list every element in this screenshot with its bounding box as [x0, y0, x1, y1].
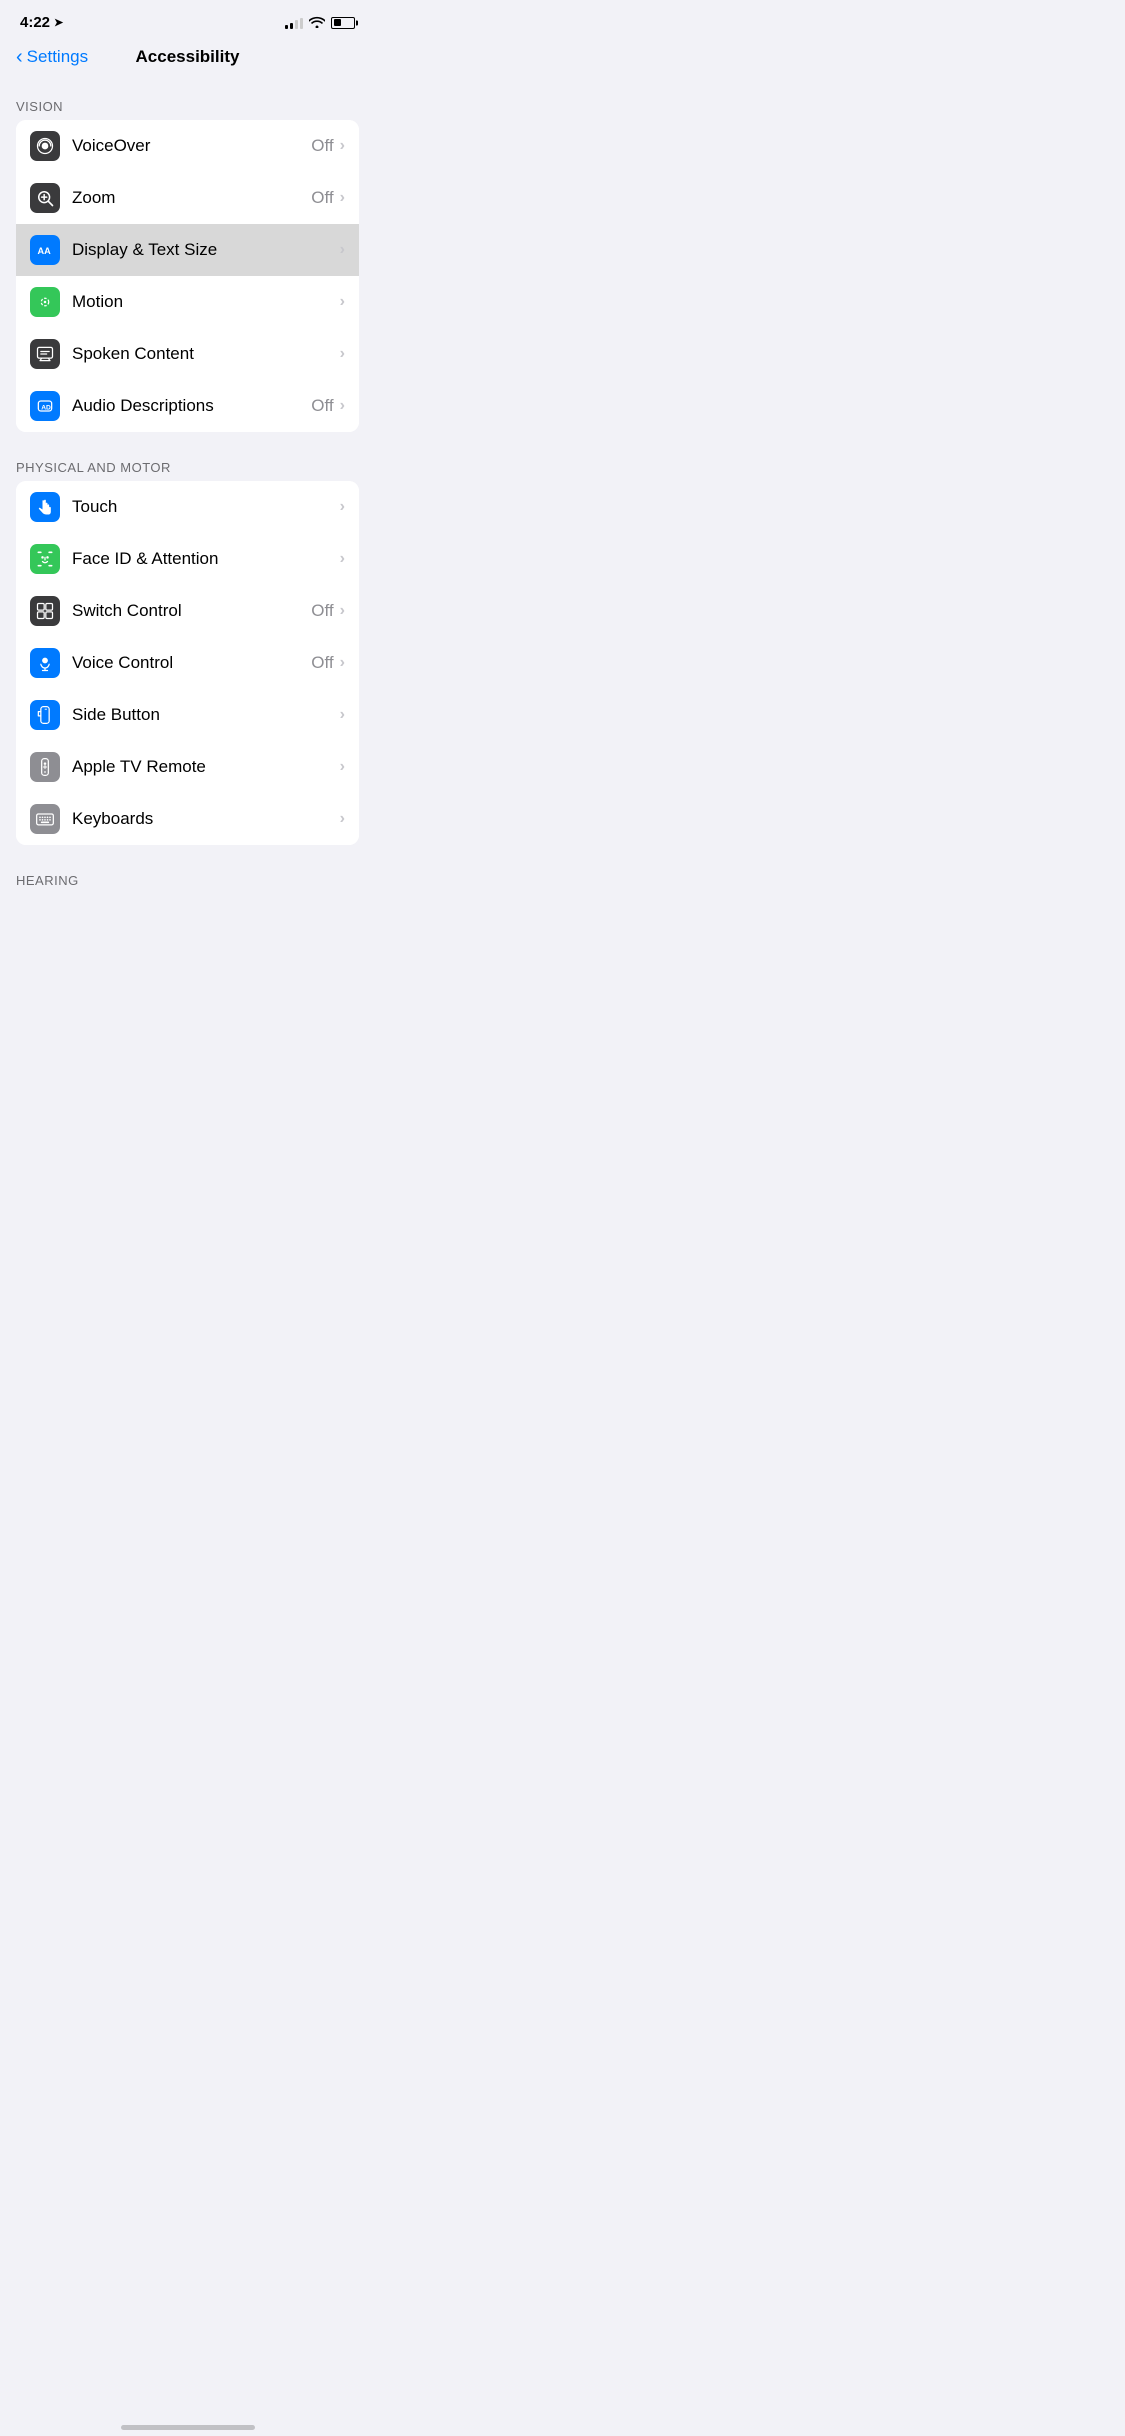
touch-row[interactable]: Touch › — [16, 481, 359, 533]
spoken-content-row[interactable]: Spoken Content › — [16, 328, 359, 380]
signal-icon — [285, 17, 303, 29]
audio-descriptions-label: Audio Descriptions — [72, 396, 311, 416]
keyboards-icon — [30, 804, 60, 834]
display-text-size-icon: AA — [30, 235, 60, 265]
touch-icon — [30, 492, 60, 522]
motion-row[interactable]: Motion › — [16, 276, 359, 328]
location-icon: ➤ — [54, 16, 63, 29]
section-header-physical: PHYSICAL AND MOTOR — [0, 440, 375, 481]
motion-chevron-icon: › — [340, 293, 345, 311]
display-text-size-label: Display & Text Size — [72, 240, 340, 260]
side-button-label: Side Button — [72, 705, 340, 725]
face-id-attention-row[interactable]: Face ID & Attention › — [16, 533, 359, 585]
section-header-hearing: HEARING — [0, 853, 375, 898]
face-id-attention-icon — [30, 544, 60, 574]
vision-group: VoiceOver Off › Zoom Off › AA Display & … — [16, 120, 359, 432]
keyboards-chevron-icon: › — [340, 810, 345, 828]
voiceover-chevron-icon: › — [340, 137, 345, 155]
keyboards-row[interactable]: Keyboards › — [16, 793, 359, 845]
side-button-chevron-icon: › — [340, 706, 345, 724]
voice-control-chevron-icon: › — [340, 654, 345, 672]
zoom-value: Off — [311, 188, 333, 208]
switch-control-icon — [30, 596, 60, 626]
zoom-label: Zoom — [72, 188, 311, 208]
home-indicator — [0, 2417, 375, 2436]
touch-chevron-icon: › — [340, 498, 345, 516]
voiceover-label: VoiceOver — [72, 136, 311, 156]
switch-control-row[interactable]: Switch Control Off › — [16, 585, 359, 637]
switch-control-chevron-icon: › — [340, 602, 345, 620]
status-bar: 4:22 ➤ — [0, 0, 375, 39]
voice-control-value: Off — [311, 653, 333, 673]
spoken-content-icon — [30, 339, 60, 369]
touch-label: Touch — [72, 497, 340, 517]
audio-descriptions-icon: AD — [30, 391, 60, 421]
nav-header: ‹ Settings Accessibility — [0, 39, 375, 79]
spoken-content-label: Spoken Content — [72, 344, 340, 364]
voiceover-icon — [30, 131, 60, 161]
status-time: 4:22 ➤ — [20, 14, 63, 31]
zoom-icon — [30, 183, 60, 213]
face-id-attention-chevron-icon: › — [340, 550, 345, 568]
status-icons — [285, 15, 355, 31]
home-bar — [121, 2425, 255, 2430]
side-button-row[interactable]: Side Button › — [16, 689, 359, 741]
audio-descriptions-value: Off — [311, 396, 333, 416]
display-text-size-row[interactable]: AA Display & Text Size › — [16, 224, 359, 276]
audio-descriptions-row[interactable]: AD Audio Descriptions Off › — [16, 380, 359, 432]
section-header-vision: VISION — [0, 79, 375, 120]
voice-control-row[interactable]: Voice Control Off › — [16, 637, 359, 689]
svg-text:AD: AD — [41, 404, 51, 411]
svg-text:AA: AA — [38, 246, 52, 256]
face-id-attention-label: Face ID & Attention — [72, 549, 340, 569]
back-button[interactable]: ‹ Settings — [16, 47, 88, 67]
voice-control-icon — [30, 648, 60, 678]
spoken-content-chevron-icon: › — [340, 345, 345, 363]
motion-icon — [30, 287, 60, 317]
side-button-icon — [30, 700, 60, 730]
apple-tv-remote-label: Apple TV Remote — [72, 757, 340, 777]
wifi-icon — [309, 15, 325, 31]
back-chevron-icon: ‹ — [16, 47, 23, 67]
voice-control-label: Voice Control — [72, 653, 311, 673]
motion-label: Motion — [72, 292, 340, 312]
back-label: Settings — [27, 47, 88, 67]
apple-tv-remote-row[interactable]: Apple TV Remote › — [16, 741, 359, 793]
display-text-size-chevron-icon: › — [340, 241, 345, 259]
apple-tv-remote-icon — [30, 752, 60, 782]
zoom-row[interactable]: Zoom Off › — [16, 172, 359, 224]
page-title: Accessibility — [136, 47, 240, 67]
zoom-chevron-icon: › — [340, 189, 345, 207]
keyboards-label: Keyboards — [72, 809, 340, 829]
audio-descriptions-chevron-icon: › — [340, 397, 345, 415]
voiceover-row[interactable]: VoiceOver Off › — [16, 120, 359, 172]
physical-motor-group: Touch › Face ID & Attention › — [16, 481, 359, 845]
switch-control-value: Off — [311, 601, 333, 621]
voiceover-value: Off — [311, 136, 333, 156]
switch-control-label: Switch Control — [72, 601, 311, 621]
battery-icon — [331, 17, 355, 29]
apple-tv-remote-chevron-icon: › — [340, 758, 345, 776]
